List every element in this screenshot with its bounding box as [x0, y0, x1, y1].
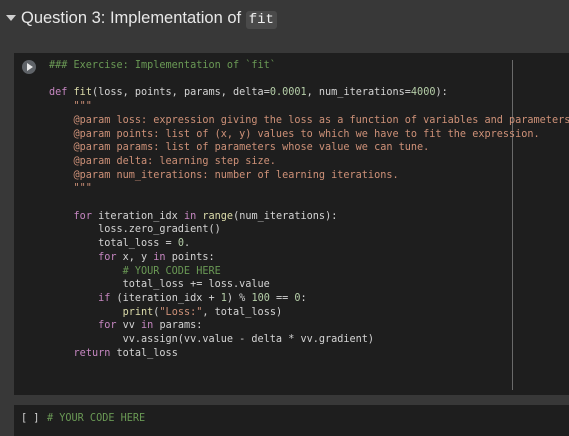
section-header[interactable]: Question 3: Implementation of fit: [0, 0, 569, 40]
cell-code-comment[interactable]: # YOUR CODE HERE: [47, 413, 145, 424]
code-line: total_loss += loss.value: [49, 279, 270, 291]
code-line: return total_loss: [73, 347, 178, 359]
code-line: @param points: list of (x, y) values to …: [49, 128, 540, 140]
code-editor[interactable]: ### Exercise: Implementation of `fit` de…: [49, 59, 569, 360]
collapse-caret-icon[interactable]: [6, 15, 16, 21]
code-line: # YOUR CODE HERE: [49, 265, 221, 277]
cell-separator: [14, 395, 569, 405]
empty-code-cell[interactable]: [ ] # YOUR CODE HERE: [14, 405, 569, 436]
code-line: @param num_iterations: number of learnin…: [49, 169, 399, 181]
code-line: for x, y in points:: [98, 251, 215, 263]
code-line: if (iteration_idx + 1) % 100 == 0:: [98, 292, 307, 304]
run-cell-icon[interactable]: [22, 60, 36, 74]
code-line: print("Loss:", total_loss): [122, 306, 283, 318]
section-title-code: fit: [245, 11, 277, 29]
code-line: @param delta: learning step size.: [49, 155, 276, 167]
code-line: """: [49, 101, 92, 113]
section-title: Question 3: Implementation of fit: [21, 9, 277, 29]
code-line: @param loss: expression giving the loss …: [49, 114, 569, 126]
code-line: ### Exercise: Implementation of `fit`: [49, 60, 276, 71]
cell-prompt: [ ]: [21, 413, 40, 424]
code-line: for iteration_idx in range(num_iteration…: [73, 210, 338, 222]
code-line: def fit(loss, points, params, delta=0.00…: [49, 87, 448, 99]
section-title-text: Question 3: Implementation of: [21, 9, 246, 27]
code-line: total_loss = 0.: [49, 238, 191, 250]
code-line: @param params: list of parameters whose …: [49, 142, 430, 154]
code-line: """: [49, 183, 92, 195]
code-line: vv.assign(vv.value - delta * vv.gradient…: [49, 334, 375, 346]
code-line: for vv in params:: [98, 320, 203, 332]
code-line: loss.zero_gradient(): [49, 224, 221, 236]
